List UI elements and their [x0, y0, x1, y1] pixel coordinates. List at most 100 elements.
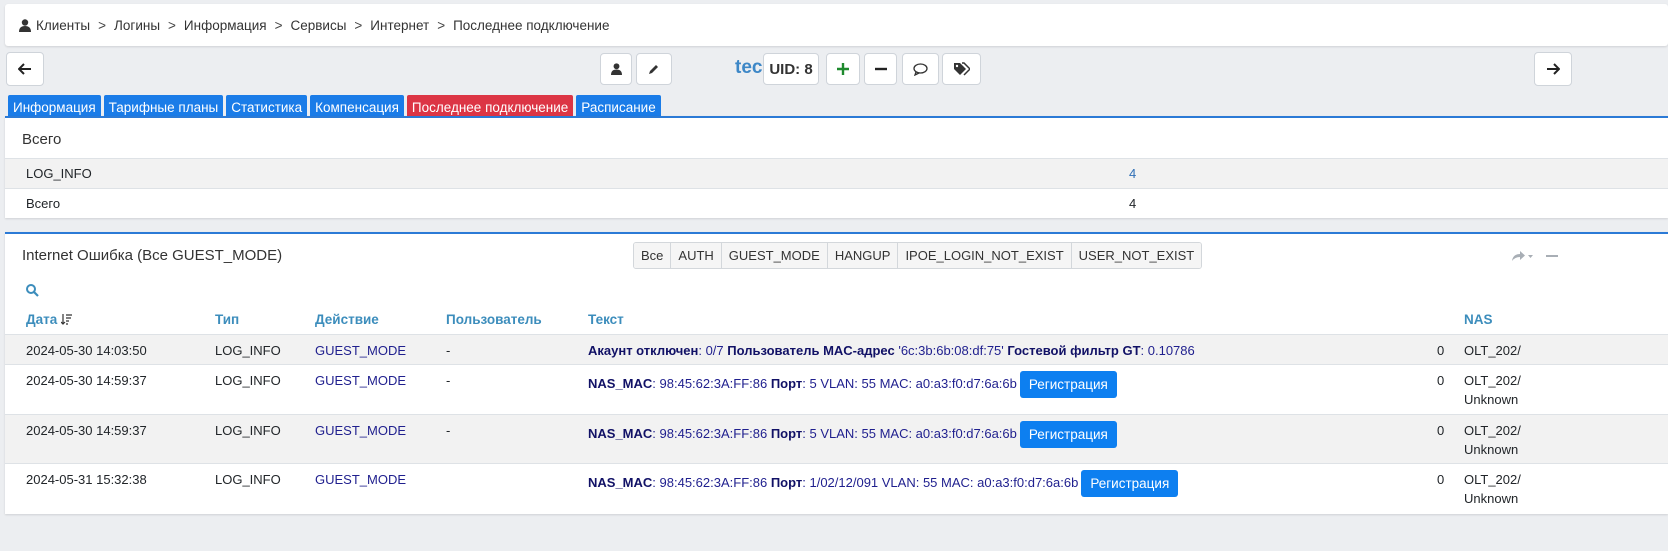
breadcrumb-separator: > [274, 17, 283, 33]
row-count: 0 [1437, 343, 1445, 358]
column-date[interactable]: Дата [26, 312, 73, 327]
breadcrumb-last-connection: Последнее подключение [453, 17, 610, 33]
breadcrumb-services[interactable]: Сервисы [290, 18, 346, 33]
row-user: - [446, 423, 451, 438]
comment-button[interactable] [902, 53, 939, 85]
collapse-icon[interactable] [1546, 255, 1558, 257]
summary-card: Всего LOG_INFO 4 Всего 4 [5, 116, 1668, 218]
text-value: '6c:3b:6b:08:df:75' [894, 343, 1008, 358]
text-key: Порт [770, 425, 803, 441]
table-row: 2024-05-30 14:59:37 LOG_INFO GUEST_MODE … [5, 414, 1668, 463]
row-text: NAS_MAC: 98:45:62:3A:FF:86 Порт: 1/02/12… [588, 470, 1179, 497]
row-nas: OLT_202/ [1464, 423, 1521, 438]
text-key: NAS_MAC [588, 474, 653, 490]
row-type: LOG_INFO [215, 343, 281, 358]
text-value: : 1/02/12/091 VLAN: 55 MAC: a0:a3:f0:d7:… [802, 474, 1079, 490]
tags-icon [954, 62, 970, 76]
filter-ipoe-login-not-exist[interactable]: IPOE_LOGIN_NOT_EXIST [898, 243, 1072, 268]
column-date-label: Дата [26, 312, 58, 327]
row-type: LOG_INFO [215, 373, 281, 388]
text-value: : 98:45:62:3A:FF:86 [652, 474, 771, 490]
row-action: GUEST_MODE [315, 472, 407, 487]
row-date: 2024-05-30 14:59:37 [26, 373, 147, 388]
sort-desc-icon [60, 314, 73, 325]
table-row: 2024-05-31 15:32:38 LOG_INFO GUEST_MODE … [5, 463, 1668, 513]
breadcrumb-separator: > [354, 17, 363, 33]
filter-guest-mode[interactable]: GUEST_MODE [721, 243, 828, 268]
row-count: 0 [1437, 472, 1445, 487]
text-value: : 98:45:62:3A:FF:86 [652, 375, 771, 391]
minus-icon [874, 67, 887, 71]
internet-errors-card: Internet Ошибка (Все GUEST_MODE) Все AUT… [5, 232, 1668, 514]
row-nas: OLT_202/ [1464, 343, 1521, 358]
column-type[interactable]: Тип [215, 312, 239, 327]
column-user[interactable]: Пользователь [446, 312, 542, 327]
breadcrumb-clients[interactable]: Клиенты [36, 18, 90, 33]
row-nas: OLT_202/ [1464, 472, 1521, 487]
arrow-right-icon [1547, 63, 1560, 75]
errors-title: Internet Ошибка (Все GUEST_MODE) [22, 247, 283, 264]
text-key: Акаунт отключен [588, 343, 699, 358]
filter-user-not-exist[interactable]: USER_NOT_EXIST [1071, 243, 1202, 268]
user-icon [610, 63, 622, 75]
row-date: 2024-05-30 14:03:50 [26, 343, 147, 358]
breadcrumb-logins[interactable]: Логины [114, 18, 160, 33]
column-text[interactable]: Текст [588, 312, 624, 327]
breadcrumb-separator: > [437, 17, 446, 33]
row-count: 0 [1437, 373, 1445, 388]
text-key: Порт [770, 375, 803, 391]
row-action: GUEST_MODE [315, 343, 407, 358]
row-type: LOG_INFO [215, 423, 281, 438]
uid-badge: UID: 8 [763, 53, 819, 85]
text-value: : 0.10786 [1140, 343, 1195, 358]
row-text: NAS_MAC: 98:45:62:3A:FF:86 Порт: 5 VLAN:… [588, 421, 1117, 448]
column-action[interactable]: Действие [315, 312, 379, 327]
breadcrumb-internet[interactable]: Интернет [370, 18, 429, 33]
register-button[interactable]: Регистрация [1019, 371, 1117, 398]
row-nas-status: Unknown [1464, 491, 1519, 506]
text-value: : 0/7 [698, 343, 728, 358]
add-button[interactable] [826, 53, 860, 85]
text-key: Гостевой фильтр GT [1007, 343, 1141, 358]
row-action: GUEST_MODE [315, 373, 407, 388]
login-toolbar: tech28 UID: 8 [5, 52, 1668, 88]
row-date: 2024-05-30 14:59:37 [26, 423, 147, 438]
breadcrumb-separator: > [98, 17, 107, 33]
forward-button[interactable] [1534, 52, 1572, 86]
row-action: GUEST_MODE [315, 423, 407, 438]
text-key: NAS_MAC [588, 425, 653, 441]
summary-row-value-link[interactable]: 4 [1129, 166, 1136, 181]
edit-button[interactable] [636, 53, 672, 85]
column-nas[interactable]: NAS [1464, 312, 1493, 327]
row-text: Акаунт отключен: 0/7 Пользователь MAC-ад… [588, 343, 1195, 358]
summary-row-label: LOG_INFO [26, 166, 92, 181]
table-row: 2024-05-30 14:03:50 LOG_INFO GUEST_MODE … [5, 334, 1668, 364]
search-icon[interactable] [26, 284, 39, 297]
breadcrumb-info[interactable]: Информация [184, 18, 267, 33]
share-menu[interactable] [1511, 250, 1533, 265]
filter-all[interactable]: Все [634, 243, 672, 268]
text-key: NAS_MAC [588, 375, 653, 391]
user-button[interactable] [600, 53, 632, 85]
summary-row: Всего 4 [5, 188, 1668, 218]
text-key: Порт [770, 474, 803, 490]
filter-hangup[interactable]: HANGUP [827, 243, 899, 268]
share-icon [1512, 251, 1533, 261]
row-nas-status: Unknown [1464, 442, 1519, 457]
comment-icon [913, 62, 928, 76]
plus-icon [837, 63, 849, 75]
back-button[interactable] [6, 52, 44, 86]
filter-auth[interactable]: AUTH [671, 243, 722, 268]
table-row: 2024-05-30 14:59:37 LOG_INFO GUEST_MODE … [5, 364, 1668, 414]
remove-button[interactable] [864, 53, 897, 85]
summary-row: LOG_INFO 4 [5, 158, 1668, 188]
error-filter-group: Все AUTH GUEST_MODE HANGUP IPOE_LOGIN_NO… [633, 242, 1203, 269]
register-button[interactable]: Регистрация [1019, 421, 1117, 448]
summary-row-label: Всего [26, 196, 61, 211]
tags-button[interactable] [942, 53, 981, 85]
register-button[interactable]: Регистрация [1081, 470, 1179, 497]
arrow-left-icon [18, 63, 31, 75]
row-user: - [446, 373, 451, 388]
text-value: : 5 VLAN: 55 MAC: a0:a3:f0:d7:6a:6b [802, 425, 1017, 441]
breadcrumb-separator: > [168, 17, 176, 33]
